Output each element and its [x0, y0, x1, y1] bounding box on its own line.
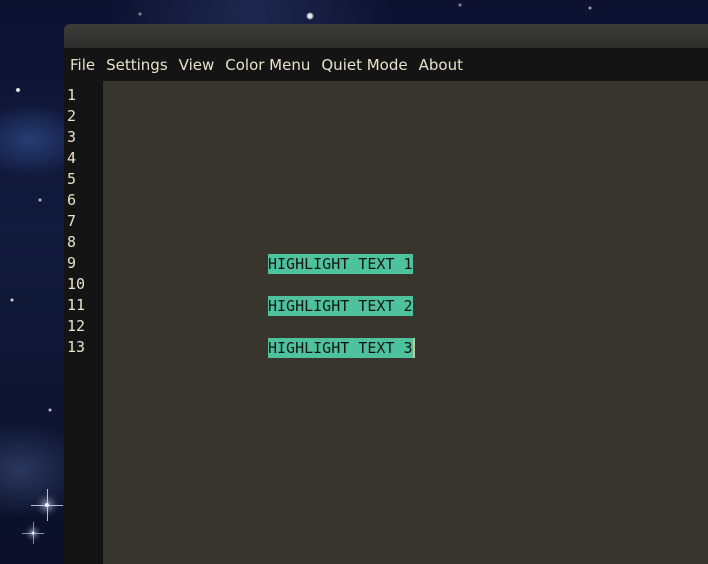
menu-color-menu[interactable]: Color Menu	[225, 56, 310, 74]
star-flare	[21, 521, 45, 545]
highlighted-text-line[interactable]: HIGHLIGHT TEXT 2	[268, 296, 413, 316]
menu-quiet-mode[interactable]: Quiet Mode	[321, 56, 407, 74]
line-number: 10	[67, 275, 86, 293]
highlighted-text-line[interactable]: HIGHLIGHT TEXT 1	[268, 254, 413, 274]
menu-settings[interactable]: Settings	[106, 56, 168, 74]
line-number: 9	[67, 254, 77, 272]
line-number: 5	[67, 170, 77, 188]
menu-file[interactable]: File	[70, 56, 95, 74]
text-editor-area[interactable]: HIGHLIGHT TEXT 1 HIGHLIGHT TEXT 2 HIGHLI…	[103, 81, 708, 564]
line-number: 13	[67, 338, 86, 356]
editor-window: File Settings View Color Menu Quiet Mode…	[64, 24, 708, 564]
menu-bar: File Settings View Color Menu Quiet Mode…	[64, 48, 708, 81]
highlighted-text-line[interactable]: HIGHLIGHT TEXT 3	[268, 338, 413, 358]
line-number: 4	[67, 149, 77, 167]
line-number: 1	[67, 86, 77, 104]
menu-view[interactable]: View	[179, 56, 215, 74]
star-flare	[31, 489, 63, 521]
line-number: 7	[67, 212, 77, 230]
window-titlebar[interactable]	[64, 24, 708, 48]
line-number-gutter: 1 2 3 4 5 6 7 8 9 10 11 12 13	[64, 81, 103, 564]
line-number: 6	[67, 191, 77, 209]
menu-about[interactable]: About	[419, 56, 463, 74]
line-number: 11	[67, 296, 86, 314]
line-number: 12	[67, 317, 86, 335]
line-number: 3	[67, 128, 77, 146]
line-number: 8	[67, 233, 77, 251]
line-number: 2	[67, 107, 77, 125]
